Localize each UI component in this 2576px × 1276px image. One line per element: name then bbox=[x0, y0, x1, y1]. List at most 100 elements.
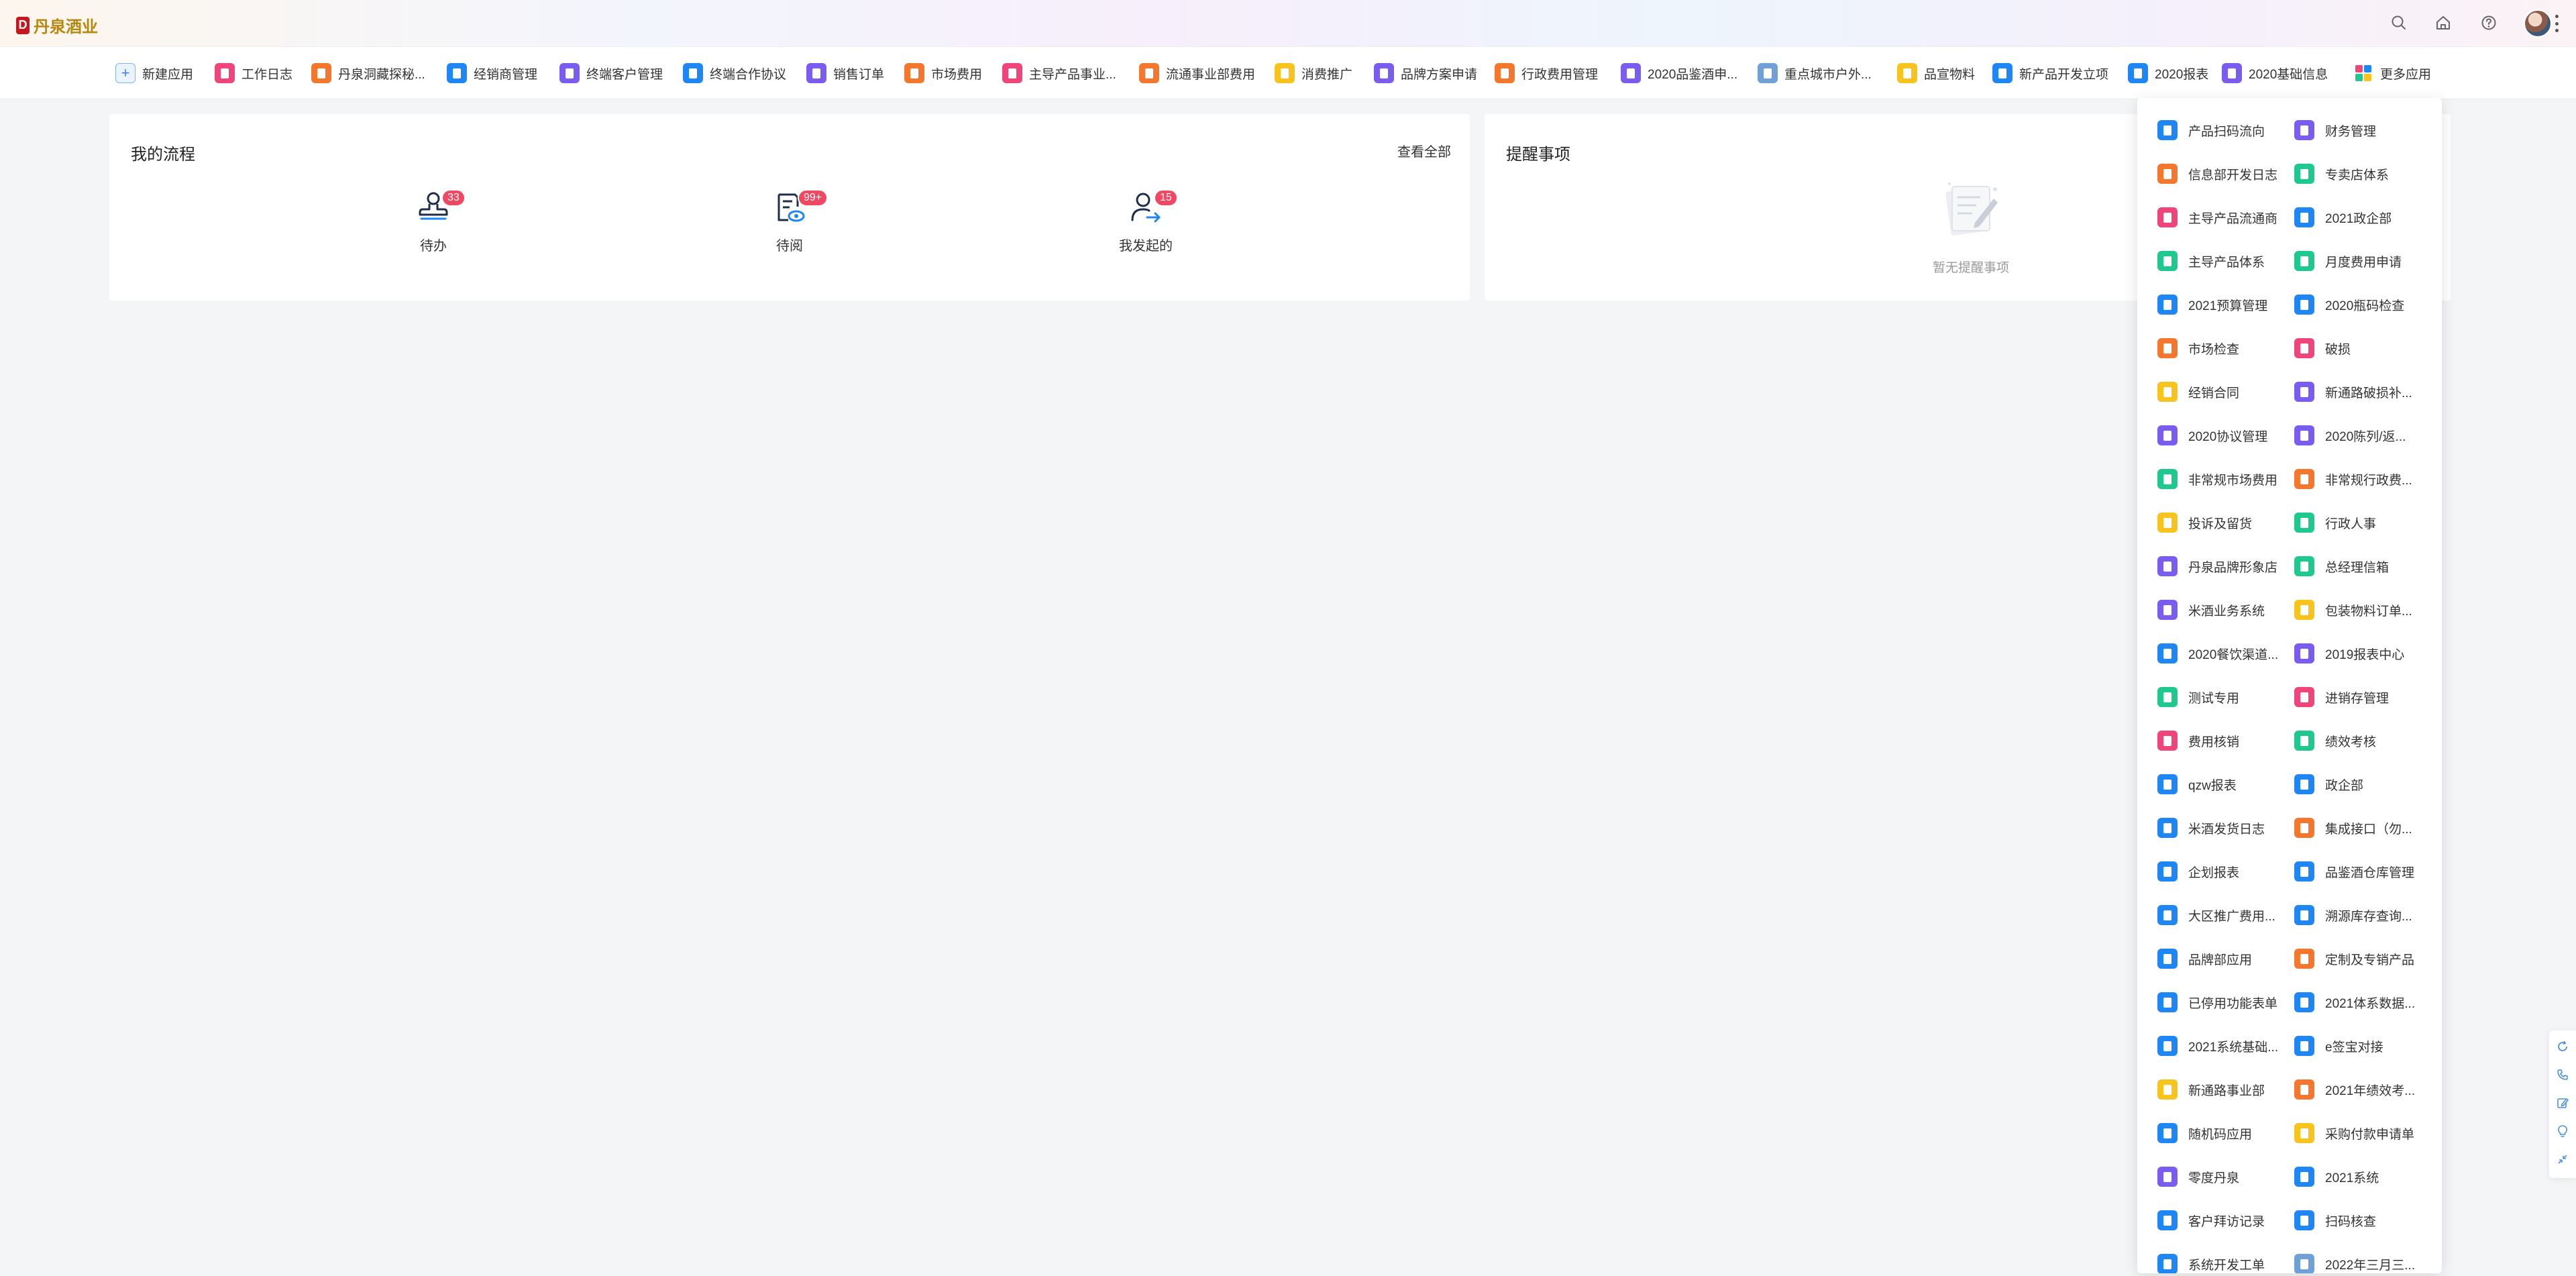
app-tab[interactable]: 终端客户管理 bbox=[559, 62, 663, 85]
more-app-item[interactable]: 政企部 bbox=[2294, 774, 2363, 795]
app-label: 大区推广费用... bbox=[2188, 909, 2275, 924]
more-app-item[interactable]: 品牌部应用 bbox=[2157, 948, 2252, 969]
more-app-item[interactable]: 非常规市场费用 bbox=[2157, 468, 2277, 490]
more-app-item[interactable]: 系统开发工单 bbox=[2157, 1253, 2265, 1273]
more-app-item[interactable]: 进销存管理 bbox=[2294, 686, 2389, 708]
more-app-item[interactable]: 主导产品流通商 bbox=[2157, 207, 2277, 228]
app-label: 品鉴酒仓库管理 bbox=[2325, 865, 2415, 880]
more-app-item[interactable]: 采购付款申请单 bbox=[2294, 1122, 2414, 1144]
app-tab[interactable]: 重点城市户外... bbox=[1758, 62, 1872, 85]
more-app-item[interactable]: 2020瓶码检查 bbox=[2294, 294, 2404, 315]
view-all-link[interactable]: 查看全部 bbox=[1397, 141, 1451, 160]
more-app-item[interactable]: 大区推广费用... bbox=[2157, 904, 2275, 926]
more-app-item[interactable]: 产品扫码流向 bbox=[2157, 119, 2265, 141]
app-tab[interactable]: 品宣物料 bbox=[1897, 62, 1975, 85]
app-tab[interactable]: 主导产品事业... bbox=[1002, 62, 1116, 85]
more-app-item[interactable]: 信息部开发日志 bbox=[2157, 163, 2277, 184]
app-icon bbox=[2157, 1123, 2178, 1143]
more-app-item[interactable]: 已停用功能表单 bbox=[2157, 992, 2277, 1013]
more-app-item[interactable]: 集成接口（勿... bbox=[2294, 817, 2412, 839]
more-app-item[interactable]: e签宝对接 bbox=[2294, 1035, 2383, 1057]
more-app-item[interactable]: 米酒业务系统 bbox=[2157, 599, 2265, 621]
app-tab[interactable]: 终端合作协议 bbox=[683, 62, 786, 85]
help-icon[interactable] bbox=[2478, 12, 2500, 34]
more-app-item[interactable]: 财务管理 bbox=[2294, 119, 2376, 141]
user-avatar[interactable] bbox=[2524, 9, 2552, 38]
more-app-item[interactable]: 2021预算管理 bbox=[2157, 294, 2267, 315]
flow-todo[interactable]: 33 待办 bbox=[386, 189, 480, 254]
app-icon bbox=[2294, 1036, 2314, 1056]
app-icon bbox=[683, 63, 703, 83]
app-label: 主导产品体系 bbox=[2188, 255, 2265, 270]
more-app-item[interactable]: 测试专用 bbox=[2157, 686, 2239, 708]
more-app-item[interactable]: 2021政企部 bbox=[2294, 207, 2392, 228]
app-icon bbox=[806, 63, 826, 83]
more-app-item[interactable]: 非常规行政费... bbox=[2294, 468, 2412, 490]
flow-to-read[interactable]: 99+ 待阅 bbox=[743, 189, 837, 254]
more-app-item[interactable]: qzw报表 bbox=[2157, 774, 2237, 795]
search-icon[interactable] bbox=[2388, 12, 2410, 34]
more-app-item[interactable]: 2020陈列/返... bbox=[2294, 425, 2406, 446]
app-tab[interactable]: 市场费用 bbox=[904, 62, 982, 85]
more-app-item[interactable]: 丹泉品牌形象店 bbox=[2157, 555, 2277, 577]
app-tab[interactable]: 行政费用管理 bbox=[1495, 62, 1598, 85]
more-app-item[interactable]: 2021体系数据... bbox=[2294, 992, 2415, 1013]
app-tab[interactable]: 2020报表 bbox=[2128, 62, 2208, 85]
app-tab[interactable]: 丹泉洞藏探秘... bbox=[311, 62, 425, 85]
more-app-item[interactable]: 专卖店体系 bbox=[2294, 163, 2389, 184]
more-app-item[interactable]: 客户拜访记录 bbox=[2157, 1210, 2265, 1231]
more-app-item[interactable]: 新通路事业部 bbox=[2157, 1079, 2265, 1100]
more-app-item[interactable]: 新通路破损补... bbox=[2294, 381, 2412, 403]
app-tab[interactable]: 2020品鉴酒申... bbox=[1621, 62, 1737, 85]
app-tab[interactable]: 销售订单 bbox=[806, 62, 884, 85]
more-app-item[interactable]: 品鉴酒仓库管理 bbox=[2294, 861, 2414, 882]
app-tab[interactable]: 2020基础信息 bbox=[2222, 62, 2328, 85]
more-app-item[interactable]: 破损 bbox=[2294, 337, 2351, 359]
more-app-item[interactable]: 投诉及留货 bbox=[2157, 512, 2252, 533]
more-app-item[interactable]: 2020协议管理 bbox=[2157, 425, 2267, 446]
more-app-item[interactable]: 总经理信箱 bbox=[2294, 555, 2389, 577]
phone-icon[interactable] bbox=[2556, 1068, 2569, 1081]
app-tab[interactable]: 流通事业部费用 bbox=[1139, 62, 1255, 85]
refresh-icon[interactable] bbox=[2556, 1040, 2569, 1053]
flow-initiated[interactable]: 15 我发起的 bbox=[1099, 189, 1193, 254]
more-app-item[interactable]: 企划报表 bbox=[2157, 861, 2239, 882]
bulb-icon[interactable] bbox=[2556, 1124, 2569, 1138]
more-app-item[interactable]: 市场检查 bbox=[2157, 337, 2239, 359]
logo[interactable]: D 丹泉酒业 bbox=[16, 13, 98, 37]
new-app-button[interactable]: + 新建应用 bbox=[115, 62, 193, 85]
more-app-item[interactable]: 主导产品体系 bbox=[2157, 250, 2265, 272]
more-vertical-icon[interactable] bbox=[2555, 15, 2559, 32]
app-tab[interactable]: 品牌方案申请 bbox=[1374, 62, 1477, 85]
app-tab[interactable]: 消费推广 bbox=[1275, 62, 1352, 85]
more-app-item[interactable]: 行政人事 bbox=[2294, 512, 2376, 533]
more-app-item[interactable]: 零度丹泉 bbox=[2157, 1166, 2239, 1187]
more-app-item[interactable]: 米酒发货日志 bbox=[2157, 817, 2265, 839]
app-label: 总经理信箱 bbox=[2325, 560, 2390, 575]
more-app-item[interactable]: 2019报表中心 bbox=[2294, 643, 2404, 664]
app-tab[interactable]: 经销商管理 bbox=[447, 62, 537, 85]
app-tab[interactable]: 工作日志 bbox=[215, 62, 292, 85]
more-app-item[interactable]: 2021系统 bbox=[2294, 1166, 2379, 1187]
more-app-item[interactable]: 溯源库存查询... bbox=[2294, 904, 2412, 926]
home-icon[interactable] bbox=[2432, 12, 2454, 34]
app-label: 非常规市场费用 bbox=[2188, 473, 2278, 488]
edit-icon[interactable] bbox=[2556, 1096, 2569, 1110]
more-app-item[interactable]: 随机码应用 bbox=[2157, 1122, 2252, 1144]
more-app-item[interactable]: 费用核销 bbox=[2157, 730, 2239, 751]
more-app-item[interactable]: 2021年绩效考... bbox=[2294, 1079, 2415, 1100]
more-app-item[interactable]: 月度费用申请 bbox=[2294, 250, 2402, 272]
app-icon bbox=[1002, 63, 1022, 83]
more-app-item[interactable]: 绩效考核 bbox=[2294, 730, 2376, 751]
more-app-item[interactable]: 定制及专销产品 bbox=[2294, 948, 2414, 969]
more-app-item[interactable]: 2021系统基础... bbox=[2157, 1035, 2278, 1057]
app-icon bbox=[2294, 207, 2314, 227]
more-apps-button[interactable]: 更多应用 bbox=[2353, 62, 2431, 85]
more-app-item[interactable]: 经销合同 bbox=[2157, 381, 2239, 403]
more-app-item[interactable]: 扫码核查 bbox=[2294, 1210, 2376, 1231]
app-tab[interactable]: 新产品开发立项 bbox=[1992, 62, 2108, 85]
more-app-item[interactable]: 2022年三月三... bbox=[2294, 1253, 2415, 1273]
collapse-icon[interactable] bbox=[2556, 1153, 2569, 1166]
more-app-item[interactable]: 2020餐饮渠道... bbox=[2157, 643, 2278, 664]
more-app-item[interactable]: 包装物料订单... bbox=[2294, 599, 2412, 621]
